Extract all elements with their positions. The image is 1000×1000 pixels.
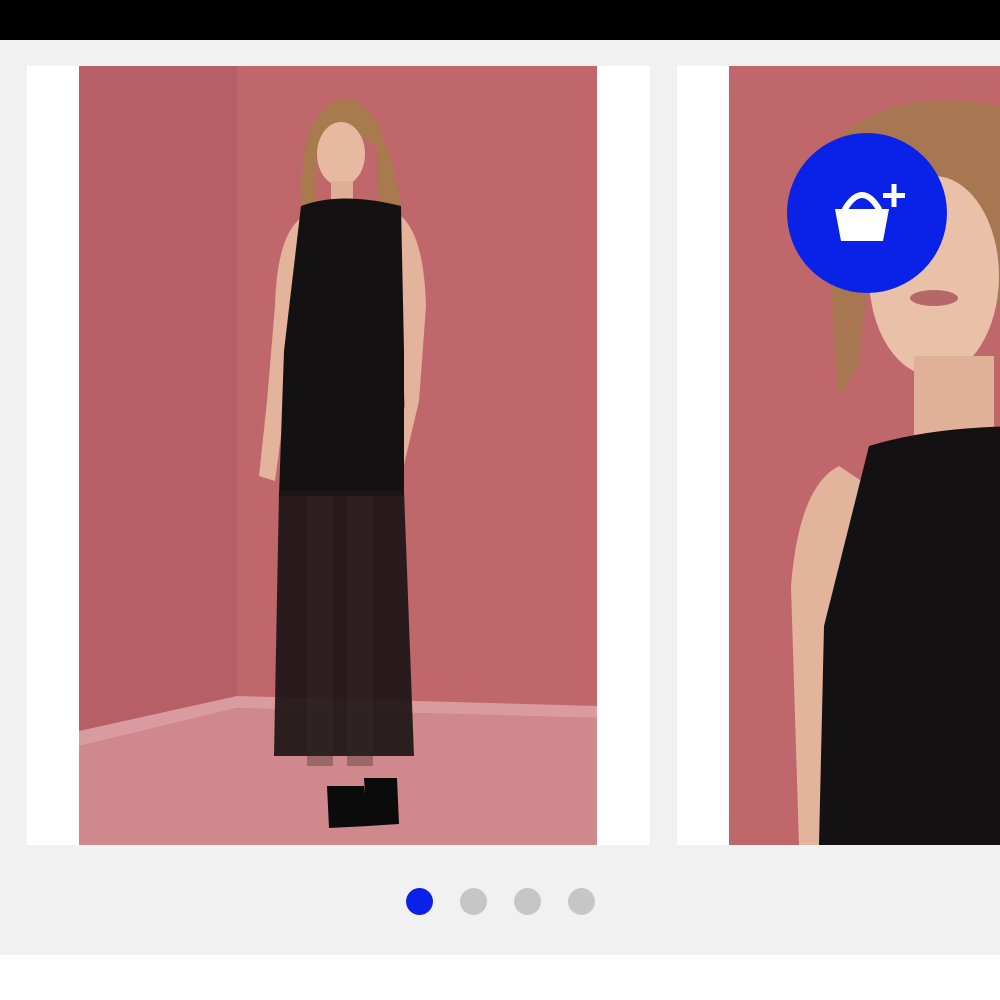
- add-to-basket-button[interactable]: [787, 133, 947, 293]
- carousel-dot-3[interactable]: [513, 888, 541, 915]
- carousel-slide[interactable]: [27, 66, 650, 845]
- carousel-dot-1[interactable]: [405, 888, 433, 915]
- carousel-dot-4[interactable]: [567, 888, 595, 915]
- bottom-strip: [0, 955, 1000, 1000]
- product-photo-full-length[interactable]: [79, 66, 597, 845]
- shopping-basket-plus-icon: [835, 184, 905, 241]
- product-image-carousel[interactable]: [0, 40, 1000, 955]
- status-bar: [0, 0, 1000, 40]
- carousel-pagination: [0, 888, 1000, 916]
- carousel-dot-2[interactable]: [459, 888, 487, 915]
